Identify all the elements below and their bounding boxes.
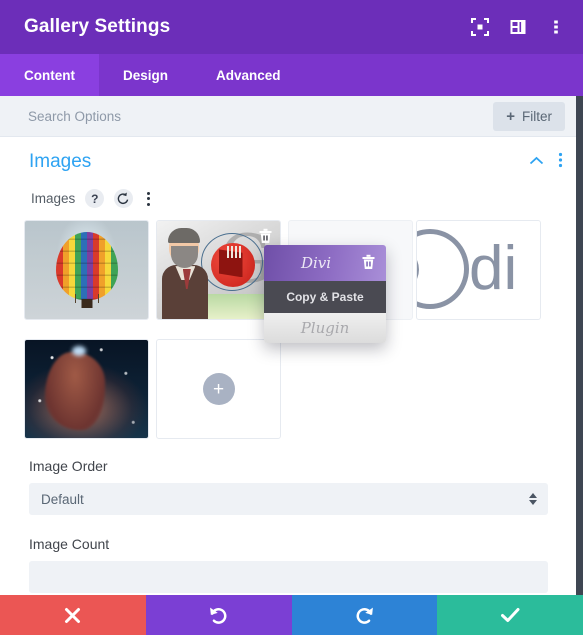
balloon-basket [81, 299, 92, 309]
layout-panel-icon[interactable] [507, 16, 529, 38]
gallery-settings-modal: Gallery Settings Content Design Advanced… [0, 0, 583, 635]
doodle-fork [227, 246, 242, 259]
delete-image-icon[interactable] [257, 227, 274, 245]
images-grid: G [24, 220, 564, 442]
plus-icon: + [202, 373, 235, 405]
image-count-label: Image Count [29, 536, 110, 552]
modal-action-bar [0, 595, 583, 635]
add-image-tile[interactable]: + [156, 339, 281, 439]
tab-content[interactable]: Content [0, 54, 99, 96]
redo-button[interactable] [291, 595, 438, 635]
cancel-button[interactable] [0, 595, 146, 635]
image-count-field: Image Count [0, 536, 577, 593]
section-more-vertical-icon[interactable] [558, 152, 563, 173]
modal-header: Gallery Settings [0, 0, 583, 54]
image-thumbnail-google-doodle[interactable]: G [156, 220, 281, 320]
doodle-hair [168, 227, 201, 243]
image-thumbnail-horsehead-nebula[interactable] [24, 339, 149, 439]
settings-content: Images Images ? di + Divi Copy & Paste P… [0, 137, 577, 598]
help-icon[interactable]: ? [85, 189, 105, 208]
image-order-select-wrap: Default [29, 483, 548, 515]
nebula-dust-column [44, 351, 105, 430]
image-count-input[interactable] [29, 561, 548, 593]
undo-icon [210, 607, 227, 624]
dragged-tile-line-2: Copy & Paste [286, 289, 364, 304]
image-order-label: Image Order [29, 458, 108, 474]
dragged-tile-line-3: Plugin [300, 318, 350, 337]
header-actions [469, 16, 567, 38]
horsehead-nebula-image [25, 340, 148, 438]
tab-advanced[interactable]: Advanced [192, 54, 305, 96]
images-field-label: Images [31, 191, 76, 206]
undo-button[interactable] [145, 595, 292, 635]
dot [147, 191, 151, 195]
dragged-tile-band-middle: Copy & Paste [264, 281, 386, 313]
divi-logo-image: di [417, 221, 540, 319]
images-section-header: Images [0, 137, 577, 173]
chevron-up-icon[interactable] [529, 153, 544, 171]
search-bar: + Filter [0, 96, 577, 137]
image-thumbnail-hot-air-balloon[interactable] [24, 220, 149, 320]
plus-icon: + [506, 107, 515, 125]
check-icon [500, 608, 520, 622]
filter-button[interactable]: + Filter [493, 101, 565, 131]
close-icon [65, 607, 81, 623]
filter-button-label: Filter [522, 108, 552, 124]
page-title: Gallery Settings [24, 16, 171, 37]
images-field-label-row: Images ? [0, 173, 577, 208]
delete-dragged-image-icon[interactable] [360, 253, 377, 271]
dot [147, 202, 151, 206]
nebula-bright-star [71, 345, 86, 356]
dragged-tile-line-1: Divi [300, 254, 332, 273]
image-thumbnail-divi-logo[interactable]: di [416, 220, 541, 320]
hot-air-balloon-image [25, 221, 148, 319]
focus-target-icon[interactable] [469, 16, 491, 38]
help-icon-glyph: ? [91, 191, 99, 206]
search-input[interactable] [28, 108, 494, 124]
dragged-tile-band-bottom: Plugin [264, 312, 386, 343]
image-order-field: Image Order Default [0, 458, 577, 515]
images-field-more-vertical-icon[interactable] [143, 190, 154, 208]
dot [147, 197, 151, 200]
divi-outer-ring [417, 229, 469, 309]
redo-icon [356, 607, 373, 624]
reset-icon[interactable] [114, 189, 134, 208]
section-header-icons [529, 152, 563, 173]
section-title: Images [29, 151, 92, 172]
save-button[interactable] [437, 595, 583, 635]
divi-wordmark: di [469, 234, 518, 303]
image-order-select[interactable]: Default [29, 483, 548, 515]
balloon-envelope [55, 231, 118, 300]
balloon-stripe-overlay [55, 231, 118, 300]
tab-bar: Content Design Advanced [0, 54, 583, 96]
header-more-vertical-icon[interactable] [545, 16, 567, 38]
scrollbar-thumb[interactable] [576, 96, 583, 376]
tab-design[interactable]: Design [99, 54, 192, 96]
dragged-image-tile[interactable]: Divi Copy & Paste Plugin [264, 245, 386, 343]
